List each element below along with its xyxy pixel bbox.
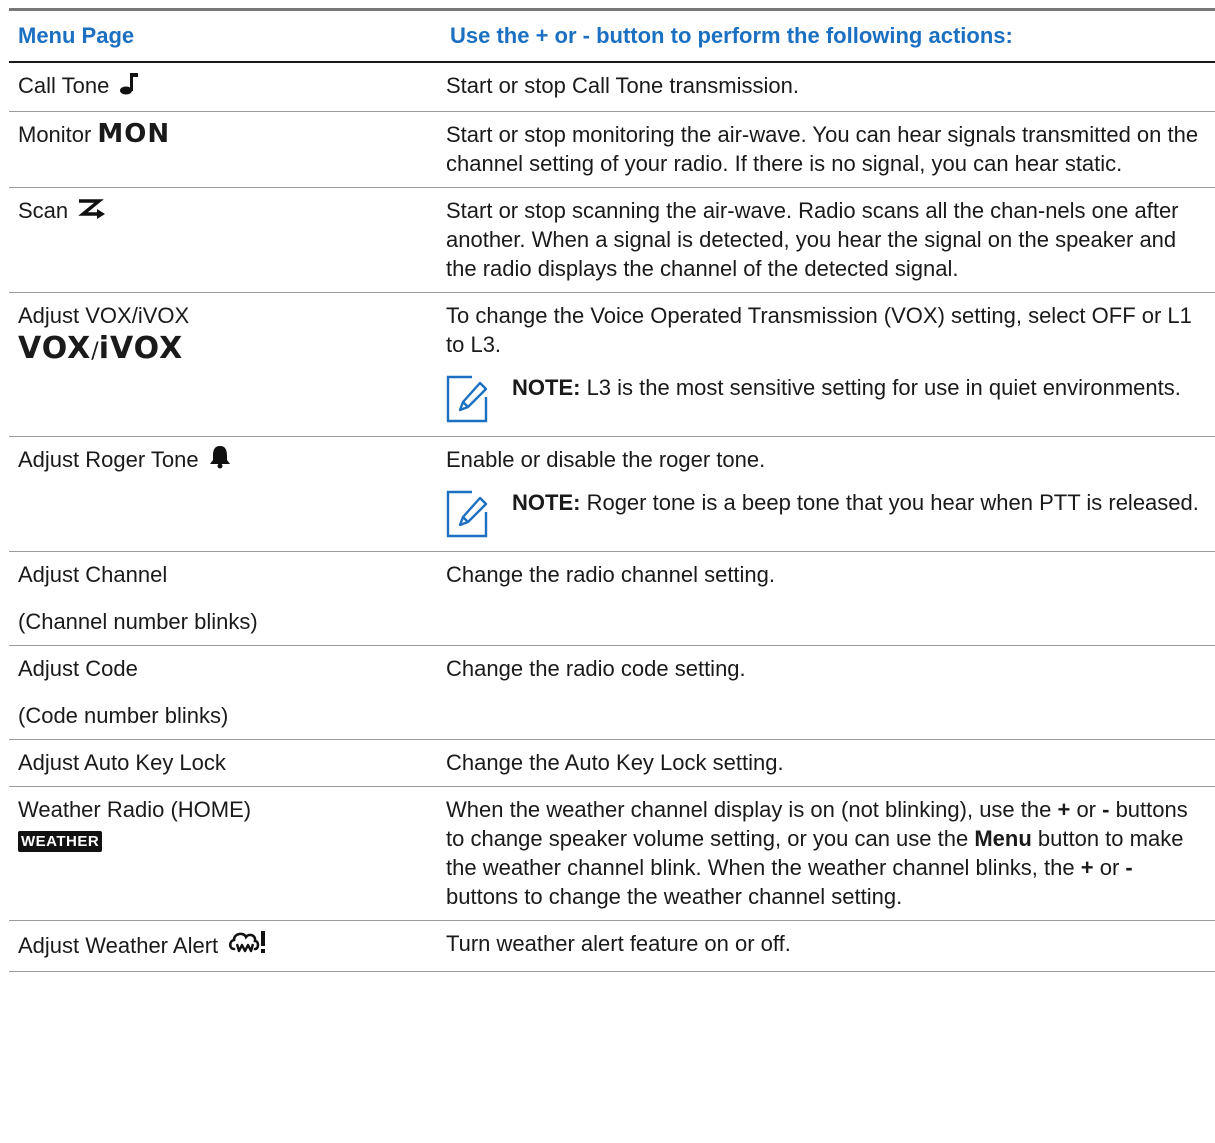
action-cell: Start or stop scanning the air-wave. Rad…	[446, 198, 1179, 281]
menu-label: Weather Radio (HOME)	[18, 797, 252, 822]
menu-cell: Weather Radio (HOME) WEATHER	[9, 787, 441, 921]
table-row: Adjust Code (Code number blinks) Change …	[9, 646, 1215, 740]
note-pencil-icon	[446, 490, 488, 538]
menu-label: Adjust Weather Alert	[18, 933, 219, 958]
menu-label: Scan	[18, 198, 69, 223]
table-row: Weather Radio (HOME) WEATHER When the we…	[9, 787, 1215, 921]
table-header-row: Menu Page Use the + or - button to perfo…	[9, 9, 1215, 62]
table-row: Monitor MON Start or stop monitoring the …	[9, 112, 1215, 188]
menu-label: Adjust VOX/iVOX	[18, 303, 190, 328]
action-cell: Start or stop monitoring the air-wave. Y…	[446, 122, 1199, 176]
note-text: NOTE: Roger tone is a beep tone that you…	[512, 490, 1199, 515]
table-row: Adjust Auto Key Lock Change the Auto Key…	[9, 740, 1215, 787]
action-text: Enable or disable the roger tone.	[446, 447, 766, 472]
note-box: NOTE: L3 is the most sensitive setting f…	[446, 373, 1205, 423]
action-text: To change the Voice Operated Transmissio…	[446, 303, 1192, 357]
action-cell: When the weather channel display is on (…	[446, 797, 1188, 909]
menu-label: Call Tone	[18, 73, 110, 98]
action-cell: Change the radio channel setting.	[446, 562, 776, 587]
vox-ivox-icon: VOX/iVOX	[18, 331, 184, 366]
menu-label: Adjust Roger Tone	[18, 447, 199, 472]
table-row: Scan Start or stop scanning the air-wave…	[9, 188, 1215, 293]
table-row: Adjust VOX/iVOX VOX/iVOX To change the V…	[9, 293, 1215, 437]
menu-cell: Scan	[9, 188, 441, 293]
weather-alert-icon	[228, 929, 268, 962]
action-cell: Change the Auto Key Lock setting.	[446, 750, 784, 775]
action-cell: To change the Voice Operated Transmissio…	[441, 293, 1215, 437]
table-row: Call Tone Start or stop Call Tone transm…	[9, 62, 1215, 112]
table-row: Adjust Roger Tone Enable or disable the …	[9, 437, 1215, 552]
action-cell: Change the radio code setting.	[446, 656, 746, 681]
menu-cell: Adjust Channel (Channel number blinks)	[9, 552, 441, 646]
note-pencil-icon	[446, 375, 488, 423]
action-cell: Start or stop Call Tone transmission.	[446, 73, 799, 98]
bell-icon	[209, 445, 231, 476]
menu-cell: Adjust Roger Tone	[9, 437, 441, 552]
menu-label: Adjust Channel	[18, 562, 168, 587]
note-text: NOTE: L3 is the most sensitive setting f…	[512, 375, 1181, 400]
menu-actions-table: Menu Page Use the + or - button to perfo…	[9, 8, 1215, 972]
menu-cell: Adjust Weather Alert	[9, 921, 441, 972]
note-box: NOTE: Roger tone is a beep tone that you…	[446, 488, 1205, 538]
menu-label: Adjust Code	[18, 656, 138, 681]
menu-cell: Call Tone	[9, 62, 441, 112]
menu-sublabel: (Channel number blinks)	[18, 609, 258, 634]
weather-badge-icon: WEATHER	[18, 831, 103, 852]
monitor-mon-icon: MON	[97, 119, 171, 149]
action-cell: Turn weather alert feature on or off.	[446, 931, 791, 956]
menu-sublabel: (Code number blinks)	[18, 703, 229, 728]
header-actions: Use the + or - button to perform the fol…	[450, 23, 1013, 48]
action-cell: Enable or disable the roger tone. NOTE: …	[441, 437, 1215, 552]
scan-icon	[78, 198, 106, 227]
header-menu-page: Menu Page	[18, 23, 135, 48]
menu-cell: Adjust Auto Key Lock	[18, 750, 226, 775]
menu-cell: Adjust VOX/iVOX VOX/iVOX	[9, 293, 441, 437]
table-row: Adjust Channel (Channel number blinks) C…	[9, 552, 1215, 646]
table-row: Adjust Weather Alert Turn weather alert …	[9, 921, 1215, 972]
menu-cell: Adjust Code (Code number blinks)	[9, 646, 441, 740]
menu-label: Monitor	[18, 122, 92, 147]
music-note-icon	[119, 71, 139, 102]
menu-cell: Monitor MON	[9, 112, 441, 188]
